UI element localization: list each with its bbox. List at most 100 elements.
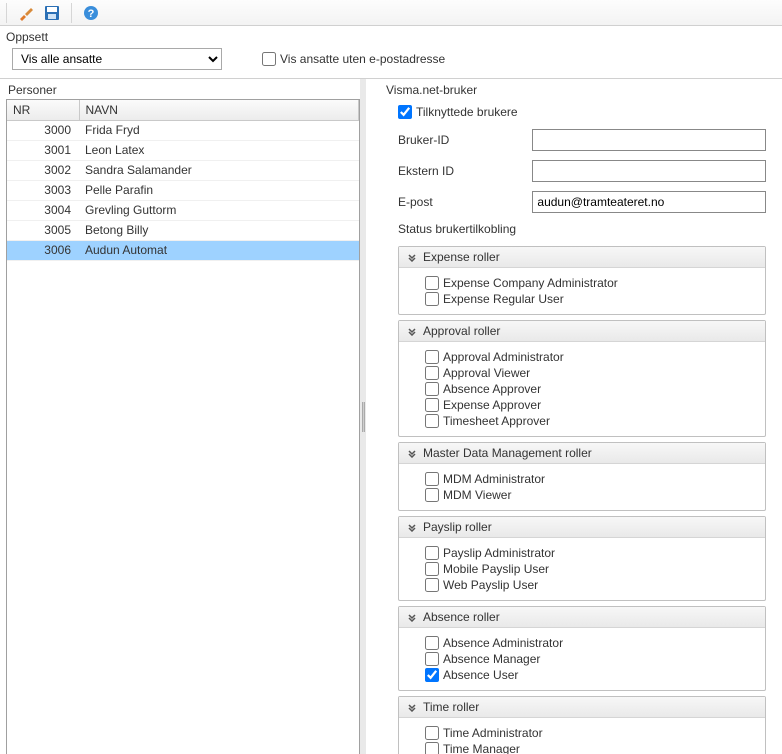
role-item[interactable]: Expense Regular User [425,292,755,306]
role-group-body: Time AdministratorTime ManagerTime User [399,718,765,754]
role-item[interactable]: Payslip Administrator [425,546,755,560]
epost-input[interactable] [532,191,766,213]
table-row[interactable]: 3004Grevling Guttorm [7,200,359,220]
cell-name: Sandra Salamander [79,160,359,180]
role-item[interactable]: MDM Viewer [425,488,755,502]
show-without-email-label: Vis ansatte uten e-postadresse [280,52,445,66]
role-label: Expense Company Administrator [443,276,618,290]
role-group-header[interactable]: Absence roller [399,607,765,628]
role-checkbox[interactable] [425,382,439,396]
brukerid-label: Bruker-ID [398,133,524,147]
role-checkbox[interactable] [425,292,439,306]
brush-icon[interactable] [17,4,35,22]
role-checkbox[interactable] [425,350,439,364]
role-item[interactable]: Mobile Payslip User [425,562,755,576]
role-label: Expense Regular User [443,292,564,306]
role-group-title: Expense roller [423,250,500,264]
role-checkbox[interactable] [425,276,439,290]
role-label: MDM Administrator [443,472,545,486]
save-icon[interactable] [43,4,61,22]
role-group: Absence roller Absence Administrator Absen… [398,606,766,691]
role-label: Absence Manager [443,652,540,666]
role-item[interactable]: Absence User [425,668,755,682]
role-checkbox[interactable] [425,726,439,740]
toolbar: ? [0,0,782,26]
eksternid-input[interactable] [532,160,766,182]
role-group-title: Payslip roller [423,520,492,534]
role-item[interactable]: Timesheet Approver [425,414,755,428]
role-label: Expense Approver [443,398,541,412]
role-item[interactable]: Absence Approver [425,382,755,396]
vismanet-title: Visma.net-bruker [384,83,766,97]
role-group-body: Approval Administrator Approval Viewer Abs… [399,342,765,436]
chevron-down-icon [407,448,417,458]
role-group-title: Approval roller [423,324,500,338]
show-without-email-checkbox[interactable]: Vis ansatte uten e-postadresse [262,52,445,66]
role-label: Mobile Payslip User [443,562,549,576]
role-item[interactable]: Time Administrator [425,726,755,740]
cell-nr: 3004 [7,200,79,220]
col-nr[interactable]: NR [7,100,79,120]
cell-nr: 3003 [7,180,79,200]
role-group-header[interactable]: Master Data Management roller [399,443,765,464]
role-label: MDM Viewer [443,488,511,502]
role-group-title: Master Data Management roller [423,446,592,460]
role-item[interactable]: Approval Administrator [425,350,755,364]
role-checkbox[interactable] [425,414,439,428]
cell-nr: 3005 [7,220,79,240]
role-group-header[interactable]: Time roller [399,697,765,718]
table-row[interactable]: 3003Pelle Parafin [7,180,359,200]
role-item[interactable]: Approval Viewer [425,366,755,380]
role-checkbox[interactable] [425,366,439,380]
role-label: Approval Administrator [443,350,564,364]
role-item[interactable]: Absence Administrator [425,636,755,650]
persons-panel: Personer NR NAVN 3000Frida Fryd3001Leon … [0,79,360,754]
role-item[interactable]: MDM Administrator [425,472,755,486]
role-group-header[interactable]: Expense roller [399,247,765,268]
role-group-header[interactable]: Approval roller [399,321,765,342]
linked-users-checkbox[interactable]: Tilknyttede brukere [398,105,766,119]
cell-name: Leon Latex [79,140,359,160]
help-icon[interactable]: ? [82,4,100,22]
view-filter-select[interactable]: Vis alle ansatte [12,48,222,70]
role-group-body: MDM Administrator MDM Viewer [399,464,765,510]
table-row[interactable]: 3002Sandra Salamander [7,160,359,180]
role-checkbox[interactable] [425,398,439,412]
table-row[interactable]: 3001Leon Latex [7,140,359,160]
role-checkbox[interactable] [425,488,439,502]
role-group: Expense roller Expense Company Administra… [398,246,766,315]
col-name[interactable]: NAVN [79,100,359,120]
role-group-body: Payslip Administrator Mobile Payslip User… [399,538,765,600]
cell-nr: 3000 [7,120,79,140]
epost-label: E-post [398,195,524,209]
role-group: Approval rollerApproval AdministratorApp… [398,320,766,437]
role-checkbox[interactable] [425,668,439,682]
role-checkbox[interactable] [425,742,439,754]
cell-name: Frida Fryd [79,120,359,140]
role-checkbox[interactable] [425,652,439,666]
table-row[interactable]: 3000Frida Fryd [7,120,359,140]
role-group-header[interactable]: Payslip roller [399,517,765,538]
role-group-title: Absence roller [423,610,500,624]
table-row[interactable]: 3005Betong Billy [7,220,359,240]
table-row[interactable]: 3006Audun Automat [7,240,359,260]
role-item[interactable]: Expense Approver [425,398,755,412]
role-group-body: Expense Company Administrator Expense Reg… [399,268,765,314]
role-item[interactable]: Absence Manager [425,652,755,666]
role-label: Time Administrator [443,726,543,740]
role-group: Payslip roller Payslip Administrator Mobil… [398,516,766,601]
chevron-down-icon [407,252,417,262]
toolbar-separator [6,3,7,23]
role-checkbox[interactable] [425,546,439,560]
role-checkbox[interactable] [425,472,439,486]
role-item[interactable]: Web Payslip User [425,578,755,592]
role-item[interactable]: Time Manager [425,742,755,754]
role-checkbox[interactable] [425,578,439,592]
role-checkbox[interactable] [425,636,439,650]
chevron-down-icon [407,612,417,622]
chevron-down-icon [407,522,417,532]
role-label: Timesheet Approver [443,414,550,428]
brukerid-input[interactable] [532,129,766,151]
role-checkbox[interactable] [425,562,439,576]
role-item[interactable]: Expense Company Administrator [425,276,755,290]
